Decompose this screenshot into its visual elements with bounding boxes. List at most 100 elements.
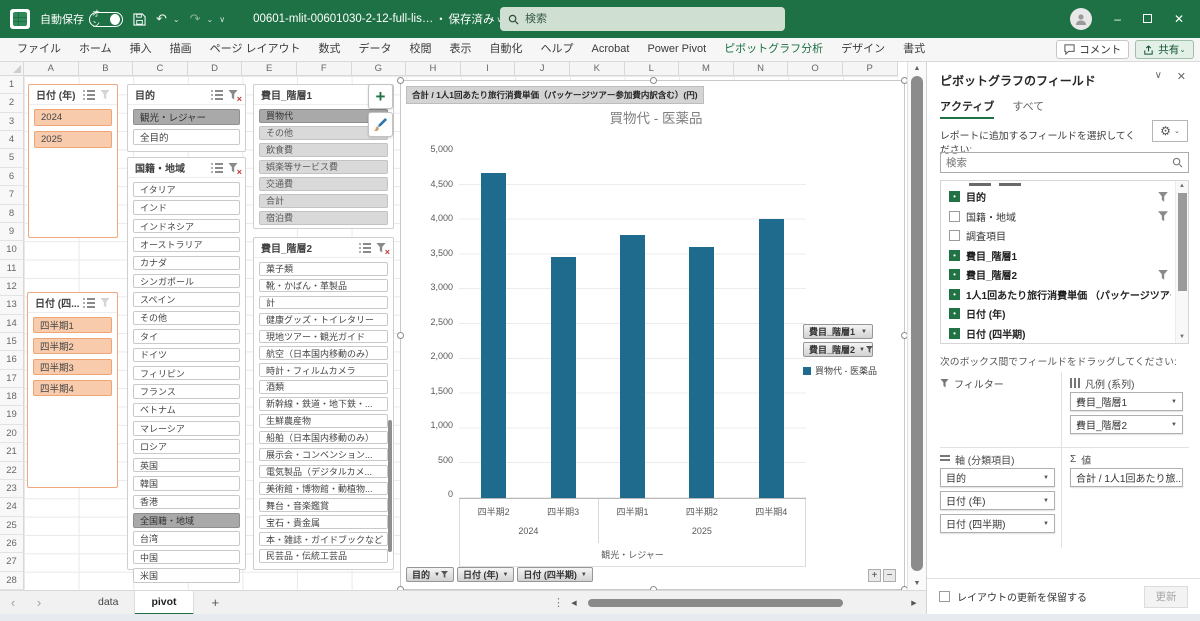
chart-title[interactable]: 買物代 - 医薬品	[491, 107, 821, 127]
column-header[interactable]: F	[297, 62, 352, 76]
slicer-item[interactable]: ロシア	[133, 439, 240, 454]
column-header[interactable]: I	[461, 62, 516, 76]
zoom-in-button[interactable]: +	[868, 569, 881, 582]
row-header[interactable]: 21	[0, 443, 24, 461]
scroll-down-icon[interactable]: ▼	[1176, 332, 1188, 343]
ribbon-tab[interactable]: ページ レイアウト	[201, 38, 310, 61]
slicer-item[interactable]: 全国籍・地域	[133, 513, 240, 528]
slicer-item[interactable]: インドネシア	[133, 219, 240, 234]
row-header[interactable]: 11	[0, 260, 24, 278]
slicer-item[interactable]: フランス	[133, 384, 240, 399]
row-header[interactable]: 1	[0, 76, 24, 94]
field-search-box[interactable]	[940, 152, 1189, 173]
axis-field-button-year[interactable]: 日付 (年) ▼	[457, 567, 514, 582]
slicer-item[interactable]: 交通費	[259, 177, 388, 191]
multiselect-icon[interactable]	[81, 88, 97, 102]
row-header[interactable]: 5	[0, 149, 24, 167]
row-header[interactable]: 22	[0, 462, 24, 480]
slicer-item[interactable]: 宝石・貴金属	[259, 515, 388, 529]
field-row[interactable]: • 目的	[941, 187, 1175, 207]
multiselect-icon[interactable]	[81, 296, 97, 310]
field-row[interactable]: • 調査項目	[941, 226, 1175, 246]
row-header[interactable]: 18	[0, 388, 24, 406]
row-header[interactable]: 13	[0, 296, 24, 314]
multiselect-icon[interactable]	[209, 161, 225, 175]
row-header[interactable]: 19	[0, 406, 24, 424]
save-icon[interactable]	[133, 13, 146, 26]
field-checkbox[interactable]: •	[949, 211, 960, 222]
document-title[interactable]: 00601-mlit-00601030-2-12-full-lis… • 保存済…	[253, 11, 502, 27]
ribbon-tab[interactable]: ピボットグラフ分析	[715, 38, 832, 61]
row-header[interactable]: 9	[0, 223, 24, 241]
slicer-item[interactable]: 四半期1	[33, 317, 112, 333]
values-area[interactable]: Σ値 合計 / 1人1回あたり旅...▼	[1061, 448, 1189, 548]
field-list-scroll-thumb[interactable]	[1178, 193, 1187, 291]
field-search-input[interactable]	[946, 157, 1172, 169]
axis-area[interactable]: 軸 (分類項目) 目的▼日付 (年)▼日付 (四半期)▼	[940, 448, 1061, 548]
ribbon-options-icon[interactable]: ∨	[219, 15, 225, 24]
slicer-item[interactable]: 新幹線・鉄道・地下鉄・...	[259, 397, 388, 411]
clear-filter-icon[interactable]	[225, 161, 241, 175]
slicer-item[interactable]: カナダ	[133, 256, 240, 271]
area-field-chip[interactable]: 日付 (年)▼	[940, 491, 1055, 510]
column-header[interactable]: O	[788, 62, 843, 76]
column-header[interactable]: M	[679, 62, 734, 76]
ribbon-tab[interactable]: 書式	[894, 38, 934, 61]
autosave-switch[interactable]: オン	[89, 12, 123, 27]
column-header[interactable]: L	[625, 62, 680, 76]
slicer-item[interactable]: 美術館・博物館・動植物...	[259, 482, 388, 496]
slicer-item[interactable]: 米国	[133, 568, 240, 583]
slicer-item[interactable]: オーストラリア	[133, 237, 240, 252]
slicer-item[interactable]: 台湾	[133, 531, 240, 546]
row-header[interactable]: 16	[0, 351, 24, 369]
chart-bar[interactable]	[620, 235, 645, 498]
field-filter-icon[interactable]	[1155, 190, 1171, 204]
clear-filter-icon[interactable]	[225, 88, 241, 102]
ribbon-tab[interactable]: データ	[350, 38, 401, 61]
slicer-item[interactable]: 舞台・音楽鑑賞	[259, 498, 388, 512]
sheet-next-icon[interactable]: ›	[26, 595, 52, 610]
ribbon-tab[interactable]: 校閲	[401, 38, 441, 61]
undo-icon[interactable]: ↶	[156, 11, 167, 27]
column-header[interactable]: G	[352, 62, 407, 76]
axis-field-button-purpose[interactable]: 目的 ▼	[406, 567, 454, 582]
row-header[interactable]: 25	[0, 517, 24, 535]
slicer-item[interactable]: 中国	[133, 550, 240, 565]
area-field-chip[interactable]: 合計 / 1人1回あたり旅...▼	[1070, 468, 1183, 487]
slicer-item[interactable]: 計	[259, 296, 388, 310]
column-header[interactable]: C	[133, 62, 188, 76]
slicer-item[interactable]: 展示会・コンベンション...	[259, 448, 388, 462]
slicer-item[interactable]: 本・雑誌・ガイドブックなど	[259, 532, 388, 546]
chart-bar[interactable]	[551, 257, 576, 498]
area-field-chip[interactable]: 費目_階層1▼	[1070, 392, 1183, 411]
ribbon-tab[interactable]: ホーム	[70, 38, 121, 61]
field-filter-icon[interactable]	[1155, 268, 1171, 282]
row-header[interactable]: 14	[0, 315, 24, 333]
legend-item[interactable]: 買物代 - 医薬品	[803, 364, 903, 377]
panel-collapse-icon[interactable]: ∨	[1155, 70, 1162, 81]
slicer-item[interactable]: 娯楽等サービス費	[259, 160, 388, 174]
slicer-item[interactable]: 2024	[34, 109, 112, 126]
slicer-item[interactable]: 四半期2	[33, 338, 112, 354]
scroll-right-icon[interactable]: ▶	[908, 599, 920, 607]
slicer-item[interactable]: シンガポール	[133, 274, 240, 289]
field-checkbox[interactable]: •	[949, 191, 960, 202]
ribbon-tab[interactable]: 自動化	[481, 38, 532, 61]
field-checkbox[interactable]: •	[949, 289, 960, 300]
field-row[interactable]: • 費目_階層1	[941, 246, 1175, 266]
multiselect-icon[interactable]	[209, 88, 225, 102]
autosave-toggle[interactable]: 自動保存 オン	[40, 11, 123, 27]
slicer-purpose[interactable]: 目的 観光・レジャー全目的	[127, 84, 246, 152]
column-header[interactable]: B	[79, 62, 134, 76]
slicer-item[interactable]: フィリピン	[133, 366, 240, 381]
ribbon-tab[interactable]: ヘルプ	[532, 38, 583, 61]
horizontal-scroll-thumb[interactable]	[588, 599, 843, 607]
slicer-date-year[interactable]: 日付 (年) 20242025	[28, 84, 118, 238]
vertical-scrollbar[interactable]: ▲ ▼	[907, 62, 926, 590]
pivot-chart[interactable]: 合計 / 1人1回あたり旅行消費単価（パッケージツアー参加費内訳含む）(円) 買…	[400, 80, 905, 590]
search-input[interactable]	[525, 13, 755, 25]
clear-filter-icon[interactable]	[373, 241, 389, 255]
slicer-item[interactable]: その他	[133, 311, 240, 326]
slicer-item[interactable]: 生鮮農産物	[259, 414, 388, 428]
slicer-item[interactable]: 飲食費	[259, 143, 388, 157]
